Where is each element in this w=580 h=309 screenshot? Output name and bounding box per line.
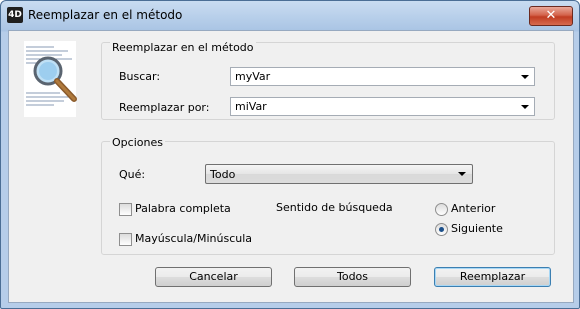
previous-radio[interactable] [435, 203, 448, 216]
whole-word-label[interactable]: Palabra completa [135, 202, 231, 215]
replace-group: Reemplazar en el método Buscar: myVar Re… [101, 41, 555, 120]
replace-dropdown-arrow-icon[interactable] [521, 105, 529, 109]
find-dropdown-arrow-icon[interactable] [521, 75, 529, 79]
case-label[interactable]: Mayúscula/Minúscula [135, 232, 252, 245]
what-dropdown-arrow-icon[interactable] [458, 172, 466, 176]
cancel-button[interactable]: Cancelar [155, 267, 272, 287]
whole-word-checkbox[interactable] [119, 203, 132, 216]
window-title: Reemplazar en el método [28, 8, 183, 22]
case-checkbox[interactable] [119, 233, 132, 246]
find-combo[interactable]: myVar [230, 67, 535, 86]
close-button[interactable]: ✕ [529, 6, 573, 26]
all-button[interactable]: Todos [294, 267, 411, 287]
dialog-body: Reemplazar en el método Buscar: myVar Re… [8, 30, 574, 303]
replace-button[interactable]: Reemplazar [434, 267, 551, 287]
replace-combo[interactable]: miVar [230, 97, 535, 116]
direction-label: Sentido de búsqueda [276, 201, 393, 214]
find-label: Buscar: [119, 70, 161, 83]
previous-label[interactable]: Anterior [451, 202, 495, 215]
what-select[interactable]: Todo [205, 164, 473, 184]
what-selected-value: Todo [210, 168, 236, 181]
next-label[interactable]: Siguiente [451, 222, 503, 235]
find-value: myVar [235, 70, 271, 83]
what-label: Qué: [119, 168, 146, 181]
replace-label: Reemplazar por: [119, 101, 210, 114]
options-group-title: Opciones [110, 136, 165, 149]
replace-value: miVar [235, 100, 267, 113]
dialog-window: 4D Reemplazar en el método ✕ Reemplazar … [0, 0, 580, 309]
replace-group-title: Reemplazar en el método [110, 41, 256, 54]
title-bar[interactable]: 4D Reemplazar en el método ✕ [1, 1, 579, 31]
find-replace-illustration-icon [24, 41, 77, 117]
options-group: Opciones Qué: Todo Palabra completa Mayú… [101, 136, 555, 255]
next-radio[interactable] [435, 223, 448, 236]
app-4d-icon: 4D [7, 7, 23, 23]
